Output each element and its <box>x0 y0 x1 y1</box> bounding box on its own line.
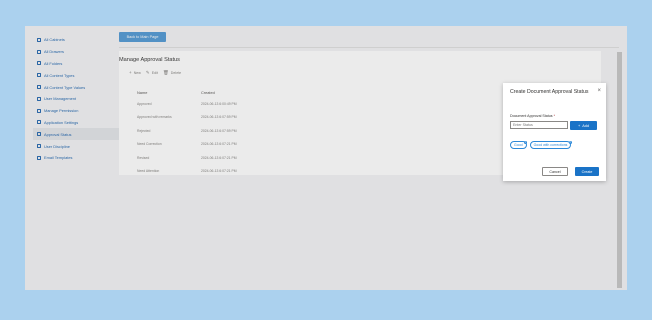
chip-label: Good <box>514 143 523 147</box>
sidebar-item-all-content-types[interactable]: All Content Types <box>33 69 129 81</box>
cell-created: 2024-06-13 6:07:21 PM <box>201 155 237 160</box>
sidebar-item-label: All Drawers <box>44 49 64 55</box>
column-header-created[interactable]: Created <box>201 90 291 102</box>
remove-chip-icon[interactable]: × <box>568 140 572 144</box>
sidebar-item-application-settings[interactable]: Application Settings <box>33 117 129 129</box>
column-header-name[interactable]: Name <box>137 90 201 102</box>
remove-chip-icon[interactable]: × <box>523 140 528 144</box>
permission-icon <box>37 108 41 113</box>
pencil-icon: ✎ <box>145 70 150 75</box>
sidebar-item-user-management[interactable]: User Management <box>33 93 129 105</box>
sidebar-item-user-discipline[interactable]: User Discipline <box>33 140 129 152</box>
status-chip[interactable]: Good with corrections × <box>529 140 572 149</box>
sidebar-item-label: Approval Status <box>44 131 72 137</box>
edit-button[interactable]: ✎ Edit <box>145 70 158 75</box>
table-row[interactable]: Rejected 2024-06-13 6:07:59 PM <box>137 129 357 142</box>
sidebar-item-label: All Cabinets <box>44 37 65 43</box>
sidebar: All Cabinets All Drawers All Folders All… <box>33 34 129 290</box>
add-label: Add <box>582 123 589 128</box>
sidebar-item-all-drawers[interactable]: All Drawers <box>33 46 129 58</box>
status-chips: Good × Good with corrections × <box>510 140 572 149</box>
folder-icon <box>37 61 41 66</box>
sidebar-item-label: All Content Type Values <box>44 84 86 90</box>
sidebar-item-all-folders[interactable]: All Folders <box>33 58 129 70</box>
sidebar-item-email-templates[interactable]: Email Templates <box>33 152 129 164</box>
command-bar: + New ✎ Edit 🗑 Delete <box>129 70 182 75</box>
sidebar-item-all-cabinets[interactable]: All Cabinets <box>33 34 129 46</box>
sidebar-item-label: All Folders <box>44 60 63 66</box>
chip-label: Good with corrections <box>533 143 568 147</box>
sidebar-item-label: Application Settings <box>44 119 79 125</box>
cell-name: Approved <box>137 102 152 106</box>
plus-icon: + <box>129 70 132 75</box>
table-row[interactable]: Approved with remarks 2024-06-13 6:07:59… <box>137 115 357 128</box>
close-icon[interactable]: × <box>597 88 601 94</box>
status-chip[interactable]: Good × <box>510 140 528 149</box>
cell-name: Need Correction <box>137 142 162 147</box>
delete-button[interactable]: 🗑 Delete <box>162 70 182 75</box>
divider <box>119 47 619 48</box>
cancel-button[interactable]: Cancel <box>542 167 568 176</box>
sidebar-item-approval-status[interactable]: Approval Status <box>33 128 129 141</box>
field-label: Document Approval Status * <box>510 114 555 118</box>
new-button[interactable]: + New <box>129 70 141 75</box>
content-value-icon <box>37 85 41 90</box>
new-label: New <box>133 71 141 75</box>
approval-icon <box>37 132 41 137</box>
cell-name: Rejected <box>137 128 151 133</box>
cabinet-icon <box>37 37 41 42</box>
sidebar-item-label: User Discipline <box>44 143 70 149</box>
status-table: Name Created Approved 2024-06-13 6:00:49… <box>137 90 357 182</box>
page-title: Manage Approval Status <box>119 57 180 63</box>
table-row[interactable]: Need Attention 2024-06-13 6:07:21 PM <box>137 169 357 182</box>
trash-icon: 🗑 <box>162 70 169 75</box>
sidebar-item-label: All Content Types <box>44 72 75 78</box>
sidebar-item-label: Email Templates <box>44 155 73 161</box>
table-row[interactable]: Need Correction 2024-06-13 6:07:21 PM <box>137 142 357 155</box>
cell-name: Approved with remarks <box>137 115 172 120</box>
plus-icon: + <box>578 123 581 128</box>
discipline-icon <box>37 144 41 149</box>
create-button[interactable]: Create <box>575 167 599 176</box>
edit-label: Edit <box>151 71 158 75</box>
delete-label: Delete <box>170 71 182 75</box>
dialog-title: Create Document Approval Status <box>510 89 589 95</box>
required-marker: * <box>553 114 555 118</box>
drawer-icon <box>37 49 41 54</box>
sidebar-item-label: User Management <box>44 96 77 102</box>
cell-created: 2024-06-13 6:07:21 PM <box>201 168 237 173</box>
add-button[interactable]: + Add <box>570 121 597 130</box>
cell-created: 2024-06-13 6:07:59 PM <box>201 115 237 120</box>
cell-name: Need Attention <box>137 168 160 173</box>
content-type-icon <box>37 73 41 78</box>
sidebar-item-manage-permission[interactable]: Manage Permission <box>33 105 129 117</box>
table-row[interactable]: Approved 2024-06-13 6:00:49 PM <box>137 102 357 115</box>
cell-created: 2024-06-13 6:07:59 PM <box>201 128 237 133</box>
status-input[interactable] <box>510 121 568 129</box>
back-to-main-button[interactable]: Back to Main Page <box>119 32 166 42</box>
field-label-text: Document Approval Status <box>510 114 553 118</box>
cell-created: 2024-06-13 6:07:21 PM <box>201 142 237 147</box>
cell-name: Revised <box>137 155 150 160</box>
sidebar-item-all-content-type-values[interactable]: All Content Type Values <box>33 81 129 93</box>
user-icon <box>37 96 41 101</box>
page-scrollbar[interactable] <box>617 52 622 288</box>
create-status-dialog: Create Document Approval Status × Docume… <box>503 83 606 181</box>
table-row[interactable]: Revised 2024-06-13 6:07:21 PM <box>137 156 357 169</box>
table-header: Name Created <box>137 90 357 102</box>
sidebar-item-label: Manage Permission <box>44 108 79 114</box>
cell-created: 2024-06-13 6:00:49 PM <box>201 102 237 106</box>
email-icon <box>37 155 41 160</box>
settings-icon <box>37 120 41 125</box>
